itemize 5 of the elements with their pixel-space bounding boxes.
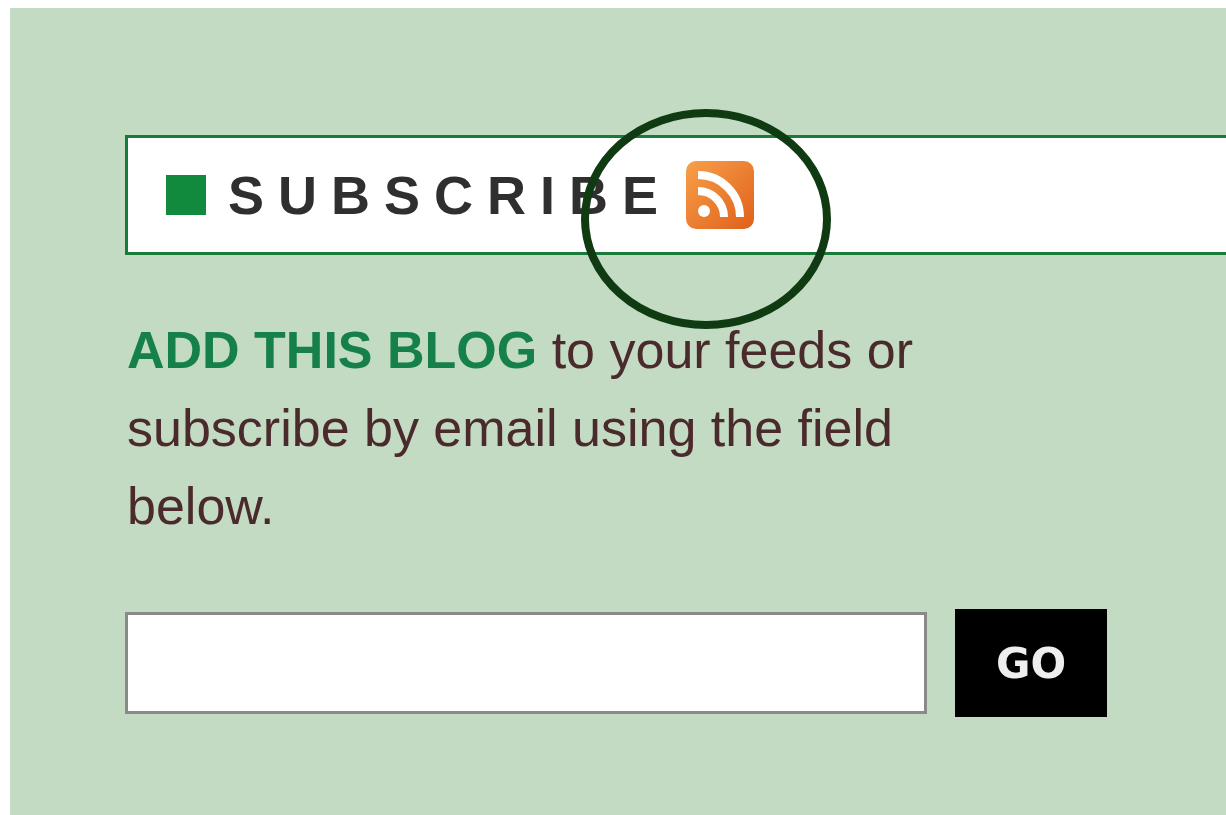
intro-text: ADD THIS BLOG to your feeds or subscribe by email using the field below. bbox=[127, 320, 914, 537]
go-button[interactable]: GO bbox=[955, 609, 1107, 717]
rss-icon[interactable] bbox=[686, 161, 755, 229]
email-field[interactable] bbox=[125, 612, 927, 714]
square-icon bbox=[166, 175, 206, 215]
